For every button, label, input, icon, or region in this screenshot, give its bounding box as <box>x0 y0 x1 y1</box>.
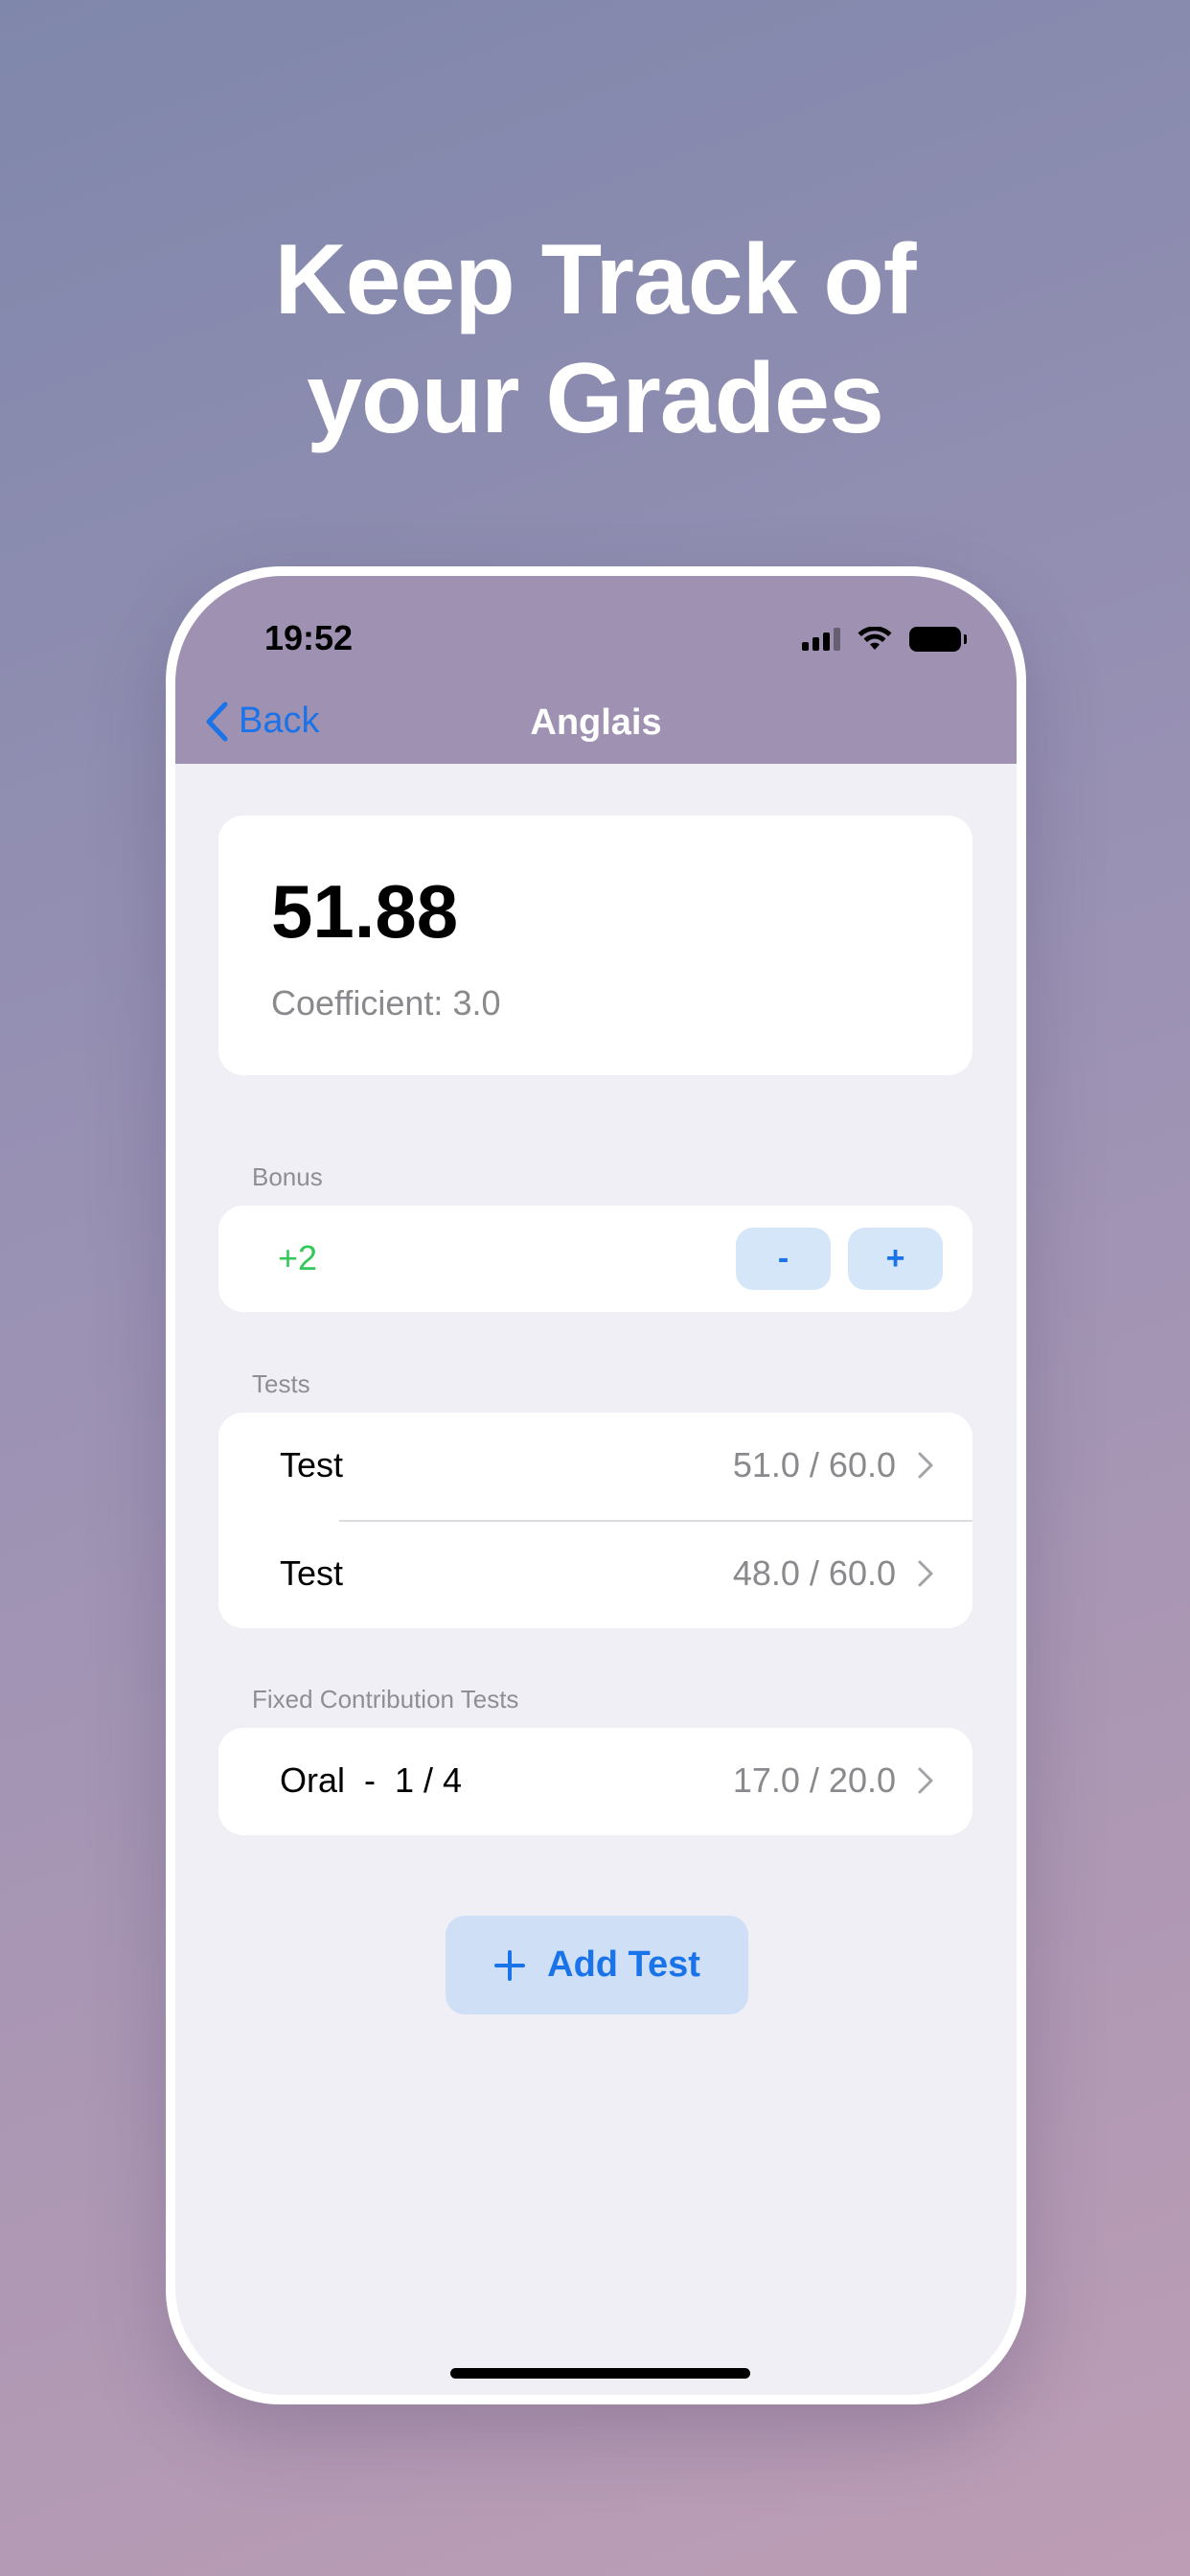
test-row[interactable]: Test 48.0 / 60.0 <box>218 1521 973 1628</box>
test-row[interactable]: Test 51.0 / 60.0 <box>218 1413 973 1522</box>
fixed-contribution-list: Oral - 1 / 4 17.0 / 20.0 <box>218 1728 973 1835</box>
fixed-test-name: Oral - 1 / 4 <box>280 1760 463 1800</box>
test-name: Test <box>280 1445 344 1484</box>
coefficient-label: Coefficient: 3.0 <box>271 983 501 1023</box>
headline-line-2: your Grades <box>307 343 884 454</box>
navigation-header: 19:52 Back Anglais <box>175 576 1017 764</box>
cellular-signal-icon <box>802 628 840 651</box>
add-test-label: Add Test <box>547 1944 700 1985</box>
test-score: 48.0 / 60.0 <box>732 1553 896 1593</box>
fixed-test-score: 17.0 / 20.0 <box>732 1760 896 1800</box>
chevron-right-icon <box>918 1767 933 1794</box>
nav-title: Anglais <box>530 702 662 743</box>
marketing-headline: Keep Track of your Grades <box>0 220 1190 458</box>
test-score: 51.0 / 60.0 <box>732 1445 896 1484</box>
tests-list: Test 51.0 / 60.0 Test 48.0 / 60.0 <box>218 1413 973 1628</box>
app-screen: 19:52 Back Anglais 51.88 Coefficient: 3.… <box>175 576 1017 2395</box>
home-indicator <box>450 2368 750 2379</box>
bonus-card: +2 - + <box>218 1206 973 1312</box>
bonus-value: +2 <box>278 1238 318 1277</box>
phone-frame: 19:52 Back Anglais 51.88 Coefficient: 3.… <box>166 566 1026 2404</box>
status-icons <box>802 622 967 656</box>
add-test-button[interactable]: Add Test <box>446 1916 748 2014</box>
wifi-icon <box>858 627 892 650</box>
chevron-right-icon <box>918 1560 933 1587</box>
headline-line-1: Keep Track of <box>274 224 916 335</box>
chevron-right-icon <box>918 1452 933 1479</box>
average-card: 51.88 Coefficient: 3.0 <box>218 816 973 1075</box>
status-time: 19:52 <box>264 618 354 657</box>
test-name: Test <box>280 1553 344 1593</box>
bonus-decrement-button[interactable]: - <box>736 1228 831 1290</box>
fixed-test-row[interactable]: Oral - 1 / 4 17.0 / 20.0 <box>218 1728 973 1835</box>
plus-icon <box>494 1949 526 1981</box>
average-grade: 51.88 <box>271 869 459 954</box>
bonus-section-label: Bonus <box>252 1162 323 1191</box>
tests-section-label: Tests <box>252 1369 310 1398</box>
battery-icon <box>909 627 967 652</box>
fixed-contribution-section-label: Fixed Contribution Tests <box>252 1685 519 1714</box>
bonus-increment-button[interactable]: + <box>848 1228 943 1290</box>
